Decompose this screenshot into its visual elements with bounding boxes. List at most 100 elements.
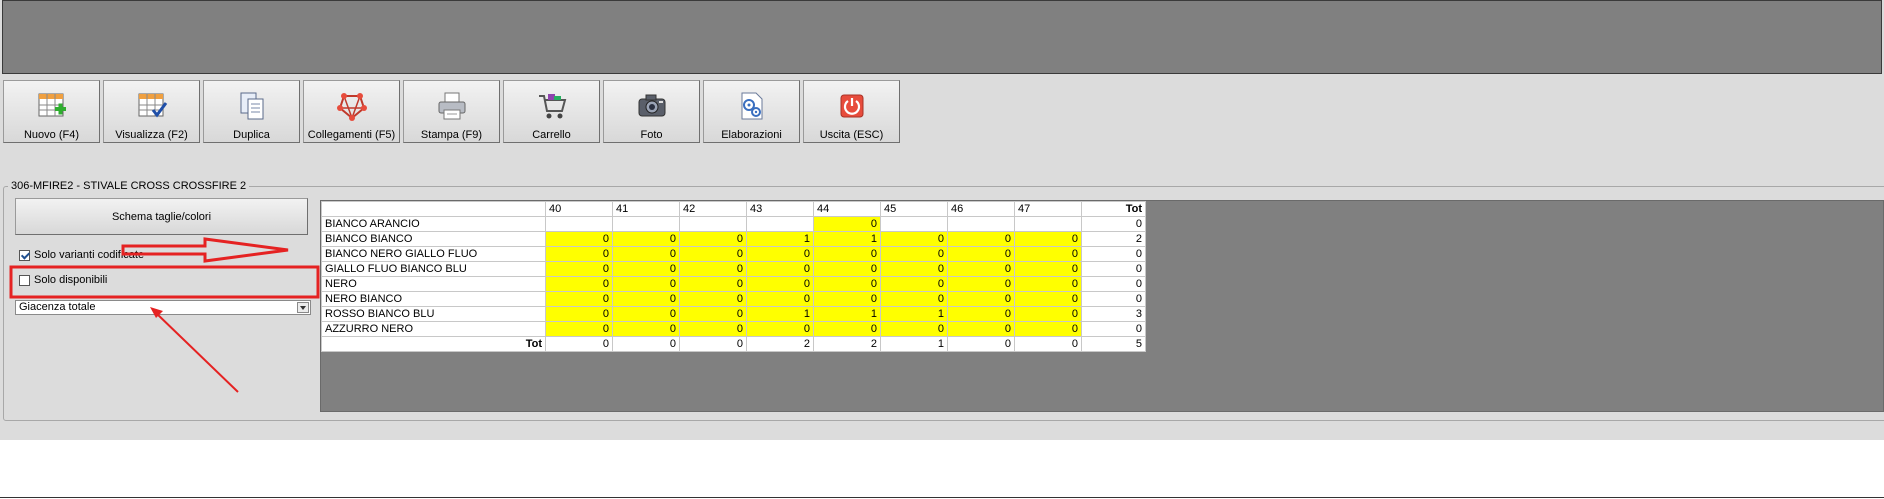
quantity-cell[interactable]: 0	[746, 261, 814, 277]
quantity-cell[interactable]: 0	[746, 276, 814, 292]
quantity-cell[interactable]: 0	[880, 276, 948, 292]
duplicate-button-label: Duplica	[233, 129, 270, 141]
quantity-cell[interactable]: 0	[612, 246, 680, 262]
camera-icon	[638, 94, 665, 117]
quantity-cell[interactable]: 0	[947, 261, 1015, 277]
size-header: 46	[947, 201, 1015, 217]
chevron-down-icon[interactable]	[297, 302, 309, 313]
quantity-cell[interactable]: 0	[679, 246, 747, 262]
quantity-cell[interactable]: 1	[813, 231, 881, 247]
quantity-cell[interactable]: 0	[1014, 261, 1082, 277]
quantity-cell[interactable]: 0	[947, 321, 1015, 337]
quantity-cell[interactable]: 0	[545, 306, 613, 322]
quantity-cell[interactable]	[679, 216, 747, 232]
cart-button[interactable]: Carrello	[503, 80, 600, 143]
process-button[interactable]: Elaborazioni	[703, 80, 800, 143]
schema-button[interactable]: Schema taglie/colori	[15, 198, 308, 235]
exit-icon	[840, 94, 863, 118]
solo-disponibili-checkbox[interactable]	[19, 274, 30, 286]
quantity-cell[interactable]: 0	[813, 261, 881, 277]
cart-icon	[538, 94, 566, 119]
column-total-cell: 0	[545, 336, 613, 352]
quantity-cell[interactable]: 0	[612, 291, 680, 307]
links-button[interactable]: Collegamenti (F5)	[303, 80, 400, 143]
size-header: 43	[746, 201, 814, 217]
quantity-cell[interactable]: 0	[679, 276, 747, 292]
quantity-cell[interactable]: 0	[545, 291, 613, 307]
table-row: AZZURRO NERO 0 0 0 0 0 0 0 0 0	[321, 321, 1146, 337]
quantity-cell[interactable]: 0	[1014, 306, 1082, 322]
quantity-cell[interactable]	[1014, 216, 1082, 232]
quantity-cell[interactable]: 0	[545, 276, 613, 292]
quantity-cell[interactable]: 0	[813, 276, 881, 292]
quantity-cell[interactable]: 0	[880, 321, 948, 337]
quantity-cell[interactable]: 0	[612, 276, 680, 292]
quantity-cell[interactable]	[612, 216, 680, 232]
exit-button[interactable]: Uscita (ESC)	[803, 80, 900, 143]
column-total-cell: 0	[1014, 336, 1082, 352]
quantity-cell[interactable]: 0	[813, 321, 881, 337]
print-button[interactable]: Stampa (F9)	[403, 80, 500, 143]
view-button[interactable]: Visualizza (F2)	[103, 80, 200, 143]
quantity-cell[interactable]: 0	[880, 246, 948, 262]
column-total-cell: 2	[813, 336, 881, 352]
quantity-cell[interactable]: 0	[947, 306, 1015, 322]
quantity-cell[interactable]: 0	[679, 306, 747, 322]
quantity-cell[interactable]: 0	[947, 246, 1015, 262]
quantity-cell[interactable]: 0	[679, 321, 747, 337]
quantity-cell[interactable]	[947, 216, 1015, 232]
quantity-cell[interactable]: 1	[880, 306, 948, 322]
quantity-cell[interactable]: 0	[612, 321, 680, 337]
solo-disponibili-label: Solo disponibili	[34, 274, 108, 286]
quantity-cell[interactable]	[746, 216, 814, 232]
quantity-cell[interactable]	[545, 216, 613, 232]
quantity-cell[interactable]: 0	[813, 216, 881, 232]
quantity-cell[interactable]: 0	[679, 231, 747, 247]
quantity-cell[interactable]: 1	[746, 306, 814, 322]
solo-varianti-checkbox[interactable]	[19, 249, 30, 261]
quantity-cell[interactable]: 0	[1014, 276, 1082, 292]
photo-button[interactable]: Foto	[603, 80, 700, 143]
table-row: NERO BIANCO 0 0 0 0 0 0 0 0 0	[321, 291, 1146, 307]
quantity-cell[interactable]: 0	[679, 261, 747, 277]
quantity-cell[interactable]: 0	[947, 291, 1015, 307]
column-total-cell: 0	[947, 336, 1015, 352]
quantity-cell[interactable]: 0	[880, 231, 948, 247]
quantity-cell[interactable]: 0	[545, 246, 613, 262]
quantity-cell[interactable]: 0	[880, 291, 948, 307]
quantity-cell[interactable]	[880, 216, 948, 232]
solo-disponibili-row[interactable]: Solo disponibili	[19, 274, 107, 286]
quantity-cell[interactable]: 0	[1014, 231, 1082, 247]
giacenza-select[interactable]: Giacenza totale	[15, 300, 311, 315]
quantity-cell[interactable]: 0	[679, 291, 747, 307]
quantity-cell[interactable]: 0	[880, 261, 948, 277]
quantity-cell[interactable]: 0	[947, 231, 1015, 247]
solo-varianti-row[interactable]: Solo varianti codificate	[19, 249, 144, 261]
quantity-cell[interactable]: 0	[545, 231, 613, 247]
giacenza-select-value: Giacenza totale	[19, 301, 96, 313]
color-name-cell: ROSSO BIANCO BLU	[321, 306, 546, 322]
quantity-cell[interactable]: 0	[746, 291, 814, 307]
quantity-cell[interactable]: 0	[545, 321, 613, 337]
quantity-cell[interactable]: 0	[1014, 321, 1082, 337]
quantity-cell[interactable]: 0	[612, 231, 680, 247]
table-row: BIANCO ARANCIO 0 0	[321, 216, 1146, 232]
totals-row: Tot 0 0 0 2 2 1 0 0 5	[321, 336, 1146, 352]
new-button[interactable]: Nuovo (F4)	[3, 80, 100, 143]
quantity-cell[interactable]: 0	[813, 246, 881, 262]
quantity-cell[interactable]: 0	[612, 306, 680, 322]
quantity-cell[interactable]: 1	[746, 231, 814, 247]
duplicate-button[interactable]: Duplica	[203, 80, 300, 143]
table-row: BIANCO BIANCO 0 0 0 1 1 0 0 0 2	[321, 231, 1146, 247]
column-total-cell: 1	[880, 336, 948, 352]
quantity-cell[interactable]: 0	[746, 246, 814, 262]
quantity-cell[interactable]: 0	[746, 321, 814, 337]
quantity-cell[interactable]: 0	[1014, 246, 1082, 262]
quantity-cell[interactable]: 0	[947, 276, 1015, 292]
new-grid-icon	[38, 93, 66, 117]
quantity-cell[interactable]: 0	[545, 261, 613, 277]
quantity-cell[interactable]: 1	[813, 306, 881, 322]
quantity-cell[interactable]: 0	[1014, 291, 1082, 307]
quantity-cell[interactable]: 0	[612, 261, 680, 277]
quantity-cell[interactable]: 0	[813, 291, 881, 307]
